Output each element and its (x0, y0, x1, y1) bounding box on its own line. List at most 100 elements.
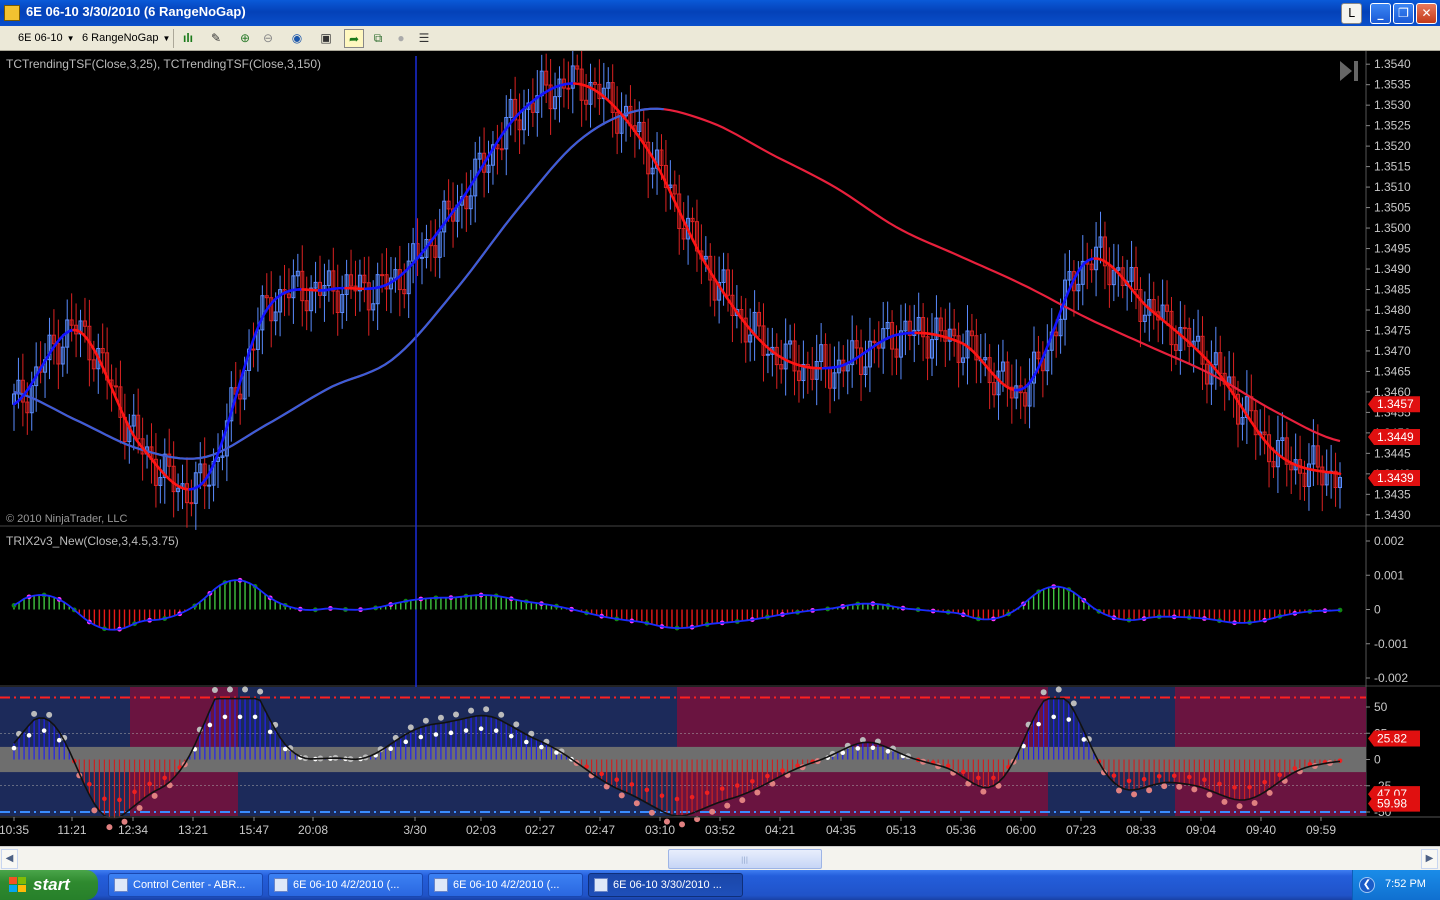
osc-signal-dot (1292, 766, 1298, 771)
task-label: 6E 06-10 4/2/2010 (... (293, 879, 400, 891)
series-line-tsf-150 (13, 107, 1341, 460)
x-tick-label: 05:13 (886, 823, 916, 837)
osc-dot (498, 711, 505, 718)
osc-dot (1070, 700, 1077, 707)
period-selector[interactable]: 6 RangeNoGap ▼ (82, 30, 170, 47)
x-tick-label: 12:34 (118, 823, 148, 837)
osc-signal-dot (237, 714, 243, 720)
osc-signal-dot (614, 777, 620, 783)
x-tick-label: 04:35 (826, 823, 856, 837)
osc-signal-dot (41, 728, 47, 733)
osc-dot (422, 717, 429, 724)
chart-canvas[interactable]: TCTrendingTSF(Close,3,25), TCTrendingTSF… (0, 51, 1440, 844)
scroll-thumb[interactable]: ||| (668, 849, 822, 869)
osc-signal-dot (102, 796, 107, 802)
minimize-button[interactable]: _ (1370, 3, 1391, 24)
osc-signal-dot (1066, 717, 1072, 722)
osc-signal-dot (403, 739, 409, 745)
alert-icon[interactable]: ● (391, 29, 411, 48)
x-tick-label: 04:21 (765, 823, 795, 837)
osc-signal-dot (388, 746, 394, 751)
period-label: 6 RangeNoGap (82, 32, 159, 44)
osc-signal-dot (11, 745, 17, 751)
chart-window-icon (4, 5, 20, 21)
osc-signal-dot (1187, 774, 1192, 780)
x-tick-label: 02:27 (525, 823, 555, 837)
y-tick-label: 1.3490 (1374, 262, 1411, 276)
maximize-button[interactable]: ❐ (1393, 3, 1414, 24)
osc-signal-dot (704, 790, 710, 796)
osc-signal-dot (1126, 778, 1132, 784)
osc-signal-dot (132, 789, 137, 795)
osc-dot (739, 797, 746, 804)
properties-icon[interactable]: ☰ (414, 29, 434, 48)
close-button[interactable]: ✕ (1416, 3, 1437, 24)
y-tick-label: 1.3515 (1374, 160, 1411, 174)
osc-dot (1191, 786, 1198, 793)
osc-signal-dot (1036, 721, 1041, 727)
scroll-left-icon[interactable]: ◀ (1, 849, 18, 869)
osc-signal-dot (750, 778, 755, 784)
price-panel-label: TCTrendingTSF(Close,3,25), TCTrendingTSF… (6, 57, 321, 71)
zoom-in-icon[interactable]: ⊕ (235, 29, 255, 48)
osc-signal-dot (524, 739, 529, 745)
zoom-out-icon[interactable]: ⊖ (258, 29, 278, 48)
y-tick-label: 1.3535 (1374, 78, 1411, 92)
osc-signal-dot (991, 775, 996, 781)
data-box-icon[interactable]: ▣ (316, 29, 336, 48)
y-tick-label: 1.3475 (1374, 323, 1411, 337)
indicator-icon[interactable]: ⧉ (368, 29, 388, 48)
start-button[interactable]: start (0, 870, 98, 900)
osc-signal-dot (1277, 772, 1283, 778)
osc-signal-dot (1081, 737, 1087, 742)
osc-dot (242, 686, 249, 693)
osc-dot (1236, 803, 1243, 810)
osc-dot (618, 792, 625, 799)
task-chart-2[interactable]: 6E 06-10 4/2/2010 (... (428, 873, 583, 897)
osc-signal-dot (252, 714, 258, 720)
x-tick-label: 20:08 (298, 823, 328, 837)
chart-area[interactable]: TCTrendingTSF(Close,3,25), TCTrendingTSF… (0, 51, 1440, 844)
tsf-25-segment (1053, 316, 1060, 328)
osc-dot (226, 686, 233, 693)
osc-signal-dot (689, 794, 695, 800)
x-tick-label: 15:47 (239, 823, 269, 837)
lock-button[interactable]: L (1341, 3, 1362, 24)
osc-signal-dot (87, 781, 92, 787)
strategy-icon[interactable]: ➦ (344, 29, 364, 48)
drawing-tool-icon[interactable]: ✎ (206, 29, 226, 48)
series-line-tsf-25 (12, 82, 1342, 491)
bar-style-icon[interactable]: ılı (178, 29, 198, 48)
osc-signal-dot (448, 730, 454, 736)
x-tick-label: 11:21 (57, 823, 86, 837)
chart-toolbar: 6E 06-10 ▼ 6 RangeNoGap ▼ ılı ✎ ⊕ ⊖ ◉ ▣ ➦ … (0, 26, 1440, 51)
y-tick-label: 1.3530 (1374, 98, 1411, 112)
horizontal-scrollbar[interactable]: ◀ ||| ▶ (0, 846, 1440, 870)
osc-signal-dot (433, 732, 439, 737)
osc-signal-dot (765, 773, 770, 779)
y-tick-label: 1.3525 (1374, 119, 1411, 133)
y-tick-label: 1.3465 (1374, 364, 1411, 378)
trix-panel-label: TRIX2v3_New(Close,3,4.5,3.75) (6, 534, 179, 548)
tray-expand-icon[interactable]: ❮ (1359, 877, 1375, 893)
trix-histogram (11, 577, 1343, 632)
tsf-25-segment (254, 322, 261, 334)
osc-dot (211, 686, 218, 693)
scroll-right-icon[interactable]: ▶ (1421, 849, 1438, 869)
instrument-selector[interactable]: 6E 06-10 ▼ (18, 30, 75, 47)
osc-dot (151, 792, 158, 799)
x-tick-label: 13:21 (178, 823, 208, 837)
task-chart-1[interactable]: 6E 06-10 4/2/2010 (... (268, 873, 423, 897)
task-chart-3[interactable]: 6E 06-10 3/30/2010 ... (588, 873, 743, 897)
tsf-25-segment (1060, 298, 1067, 311)
globe-icon[interactable]: ◉ (287, 29, 307, 48)
osc-dot (1221, 798, 1228, 805)
osc-signal-dot (1141, 776, 1147, 782)
window-title: 6E 06-10 3/30/2010 (6 RangeNoGap) (26, 4, 246, 19)
taskbar: start Control Center - ABR... 6E 06-10 4… (0, 870, 1440, 900)
task-label: Control Center - ABR... (133, 879, 246, 891)
osc-signal-dot (1232, 785, 1237, 790)
osc-signal-dot (1051, 714, 1057, 720)
task-control-center[interactable]: Control Center - ABR... (108, 873, 263, 897)
candle-body (251, 348, 256, 351)
